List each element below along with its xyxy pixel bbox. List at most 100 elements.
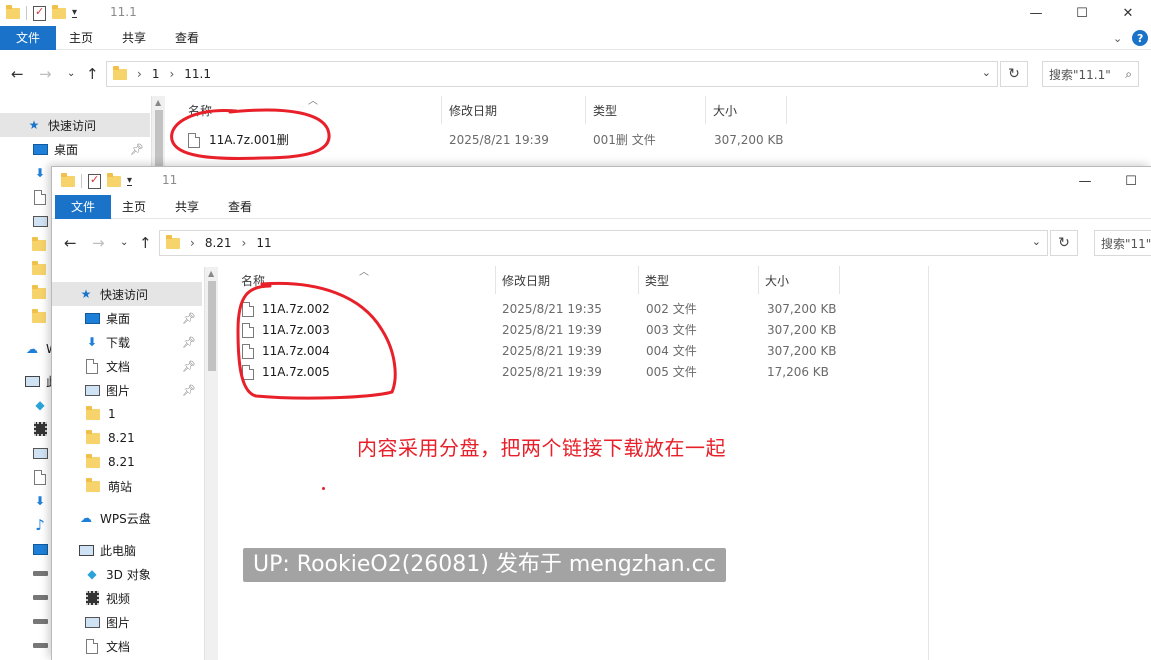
- column-size[interactable]: 大小: [765, 266, 789, 294]
- nav-folder-partial[interactable]: [0, 281, 46, 305]
- scroll-up-icon[interactable]: ▲: [155, 98, 161, 107]
- column-type[interactable]: 类型: [593, 96, 617, 124]
- minimize-button[interactable]: —: [1013, 0, 1059, 26]
- column-type[interactable]: 类型: [645, 266, 669, 294]
- nav-pictures[interactable]: 图片 📌︎: [52, 378, 202, 402]
- file-row[interactable]: 11A.7z.002 2025/8/21 19:35 002 文件 307,20…: [242, 299, 842, 320]
- nav-music-partial[interactable]: ♪: [0, 513, 54, 537]
- nav-drive-partial[interactable]: [0, 585, 54, 609]
- customize-qat-icon[interactable]: ▾: [72, 7, 78, 18]
- maximize-button[interactable]: ☐: [1059, 0, 1105, 26]
- breadcrumb-item[interactable]: 1: [152, 67, 160, 81]
- nav-3d-objects[interactable]: ◆ 3D 对象: [52, 562, 150, 586]
- nav-downloads[interactable]: ⬇ 下载 📌︎: [52, 330, 202, 354]
- nav-documents-partial[interactable]: [0, 465, 54, 489]
- column-date[interactable]: 修改日期: [502, 266, 550, 294]
- properties-icon[interactable]: [33, 5, 46, 21]
- nav-folder-partial[interactable]: [0, 233, 46, 257]
- pin-icon[interactable]: 📌︎: [182, 312, 196, 325]
- column-name[interactable]: 名称: [188, 96, 212, 124]
- forward-arrow-icon[interactable]: →: [92, 234, 105, 252]
- nav-desktop-partial[interactable]: [0, 537, 54, 561]
- tab-share[interactable]: 共享: [175, 195, 199, 219]
- up-arrow-icon[interactable]: ↑: [139, 234, 152, 252]
- nav-wps-cloud[interactable]: ☁ WPS云盘: [52, 506, 151, 530]
- nav-folder-821[interactable]: 8.21: [52, 426, 135, 450]
- back-arrow-icon[interactable]: ←: [11, 65, 24, 83]
- nav-downloads-partial[interactable]: ⬇: [0, 489, 54, 513]
- address-bar[interactable]: › 1 › 11.1 ⌄: [106, 61, 998, 87]
- nav-documents-partial[interactable]: [0, 185, 54, 209]
- nav-documents[interactable]: 文档 📌︎: [52, 354, 202, 378]
- pin-icon[interactable]: 📌︎: [182, 360, 196, 373]
- nav-this-pc[interactable]: 此电脑: [52, 538, 136, 562]
- nav-folder-mengzhan[interactable]: 萌站: [52, 474, 132, 498]
- nav-pictures-partial[interactable]: [0, 441, 54, 465]
- close-button[interactable]: ✕: [1105, 0, 1151, 26]
- expand-ribbon-icon[interactable]: ⌄: [1113, 32, 1122, 45]
- nav-downloads-partial[interactable]: ⬇: [0, 161, 54, 185]
- nav-quick-access[interactable]: ★ 快速访问: [52, 282, 202, 306]
- customize-qat-icon[interactable]: ▾: [127, 175, 133, 186]
- nav-folder-821[interactable]: 8.21: [52, 450, 135, 474]
- nav-drive-partial[interactable]: [0, 609, 54, 633]
- tab-file[interactable]: 文件: [0, 26, 56, 50]
- properties-icon[interactable]: [88, 173, 101, 189]
- search-input[interactable]: 搜索"11": [1094, 230, 1151, 256]
- nav-3d-partial[interactable]: ◆: [0, 393, 54, 417]
- nav-folder-partial[interactable]: [0, 305, 46, 329]
- search-input[interactable]: 搜索"11.1" ⌕: [1042, 61, 1139, 87]
- nav-scrollbar[interactable]: ▲: [204, 267, 218, 660]
- nav-quick-access[interactable]: ★ 快速访问: [0, 113, 150, 137]
- scroll-up-icon[interactable]: ▲: [208, 269, 214, 278]
- nav-pictures-pc[interactable]: 图片: [52, 610, 130, 634]
- nav-folder-1[interactable]: 1: [52, 402, 116, 426]
- up-arrow-icon[interactable]: ↑: [86, 65, 99, 83]
- refresh-button[interactable]: ↻: [1050, 230, 1078, 256]
- nav-this-pc-partial[interactable]: 此: [0, 369, 58, 393]
- new-folder-icon[interactable]: [52, 4, 66, 19]
- maximize-button[interactable]: ☐: [1108, 168, 1151, 194]
- column-date[interactable]: 修改日期: [449, 96, 497, 124]
- nav-desktop[interactable]: 桌面 📌︎: [0, 137, 150, 161]
- tab-home[interactable]: 主页: [69, 26, 93, 50]
- tab-view[interactable]: 查看: [175, 26, 199, 50]
- file-row[interactable]: 11A.7z.001删 2025/8/21 19:39 001删 文件 307,…: [188, 130, 788, 151]
- nav-drive-partial[interactable]: [0, 633, 54, 657]
- pin-icon[interactable]: 📌︎: [182, 336, 196, 349]
- breadcrumb-item[interactable]: 11: [256, 236, 271, 250]
- pin-icon[interactable]: 📌︎: [182, 384, 196, 397]
- back-arrow-icon[interactable]: ←: [64, 234, 77, 252]
- address-bar[interactable]: › 8.21 › 11 ⌄: [159, 230, 1048, 256]
- tab-view[interactable]: 查看: [228, 195, 252, 219]
- tab-share[interactable]: 共享: [122, 26, 146, 50]
- breadcrumb-item[interactable]: 11.1: [184, 67, 211, 81]
- recent-locations-icon[interactable]: ⌄: [67, 68, 75, 79]
- tab-home[interactable]: 主页: [122, 195, 146, 219]
- refresh-button[interactable]: ↻: [1000, 61, 1028, 87]
- nav-folder-partial[interactable]: [0, 257, 46, 281]
- file-row[interactable]: 11A.7z.005 2025/8/21 19:39 005 文件 17,206…: [242, 362, 842, 383]
- nav-drive-partial[interactable]: [0, 561, 54, 585]
- file-row[interactable]: 11A.7z.003 2025/8/21 19:39 003 文件 307,20…: [242, 320, 842, 341]
- pin-icon[interactable]: 📌︎: [130, 143, 144, 156]
- tab-file[interactable]: 文件: [55, 195, 111, 219]
- minimize-button[interactable]: —: [1062, 168, 1108, 194]
- file-row[interactable]: 11A.7z.004 2025/8/21 19:39 004 文件 307,20…: [242, 341, 842, 362]
- nav-desktop[interactable]: 桌面 📌︎: [52, 306, 202, 330]
- file-size: 307,200 KB: [767, 344, 837, 358]
- nav-pictures-partial[interactable]: [0, 209, 54, 233]
- address-dropdown-icon[interactable]: ⌄: [1032, 235, 1041, 248]
- nav-videos-partial[interactable]: [0, 417, 54, 441]
- column-name[interactable]: 名称: [241, 266, 265, 294]
- help-icon[interactable]: ?: [1132, 30, 1149, 46]
- column-size[interactable]: 大小: [713, 96, 737, 124]
- nav-videos[interactable]: 视频: [52, 586, 130, 610]
- nav-documents-pc[interactable]: 文档: [52, 634, 130, 658]
- new-folder-icon[interactable]: [107, 172, 121, 187]
- breadcrumb-item[interactable]: 8.21: [205, 236, 232, 250]
- address-dropdown-icon[interactable]: ⌄: [982, 66, 991, 79]
- nav-wps-partial[interactable]: ☁ W: [0, 337, 58, 361]
- forward-arrow-icon[interactable]: →: [39, 65, 52, 83]
- recent-locations-icon[interactable]: ⌄: [120, 237, 128, 248]
